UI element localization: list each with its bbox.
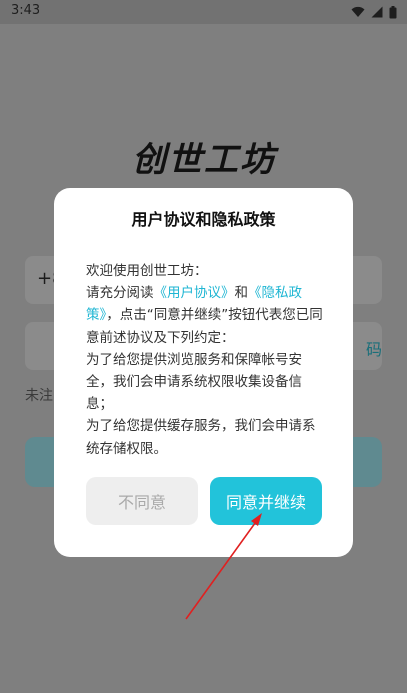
annotation-arrow [185, 513, 262, 620]
